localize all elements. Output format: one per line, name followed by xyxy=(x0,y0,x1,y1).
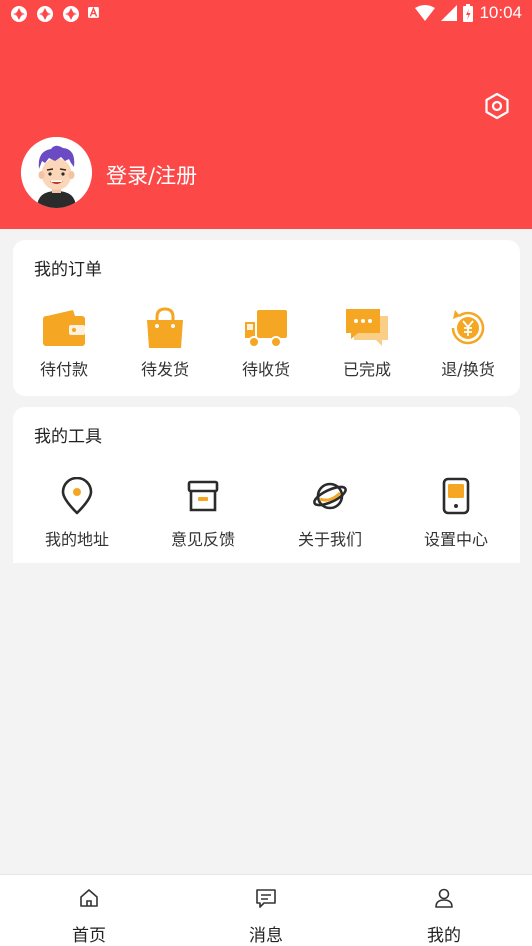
status-time: 10:04 xyxy=(479,3,522,22)
order-label: 待收货 xyxy=(241,360,290,379)
status-bar: 10:04 xyxy=(0,0,532,28)
tools-title: 我的工具 xyxy=(34,427,102,447)
orders-card: 我的订单 待付款 待发货 待收货 已完成 退/换货 xyxy=(13,240,520,396)
tab-messages[interactable]: 消息 xyxy=(226,887,306,946)
phone-device-icon xyxy=(442,477,470,515)
truck-icon xyxy=(245,310,287,348)
avatar-face-icon xyxy=(21,137,92,208)
tab-mine[interactable]: 我的 xyxy=(404,887,484,946)
tab-label: 我的 xyxy=(427,926,461,946)
tool-label: 设置中心 xyxy=(423,530,488,549)
tool-label: 意见反馈 xyxy=(170,530,235,549)
planet-icon xyxy=(313,482,347,510)
user-icon xyxy=(435,888,453,908)
profile-header: 10:04 登录/注册 xyxy=(0,0,532,229)
app-notification-icon xyxy=(37,6,53,22)
status-system: 10:04 xyxy=(415,3,522,23)
shopping-bag-icon xyxy=(147,307,183,348)
tool-about-us[interactable]: 关于我们 xyxy=(280,477,380,550)
order-refund-exchange[interactable]: 退/换货 xyxy=(428,306,508,380)
status-notifications xyxy=(10,5,102,23)
app-notification-icon xyxy=(63,6,79,22)
order-pending-ship[interactable]: 待发货 xyxy=(125,306,205,380)
tool-my-address[interactable]: 我的地址 xyxy=(27,477,127,550)
order-pending-receive[interactable]: 待收货 xyxy=(226,306,306,380)
order-label: 退/换货 xyxy=(441,360,495,379)
archive-box-icon xyxy=(187,480,219,512)
app-notification-icon xyxy=(11,6,27,22)
bottom-tab-bar: 首页 消息 我的 xyxy=(0,874,532,946)
battery-icon xyxy=(463,4,474,22)
order-completed[interactable]: 已完成 xyxy=(327,306,407,380)
tool-label: 我的地址 xyxy=(44,530,109,549)
wifi-icon xyxy=(415,5,436,21)
order-pending-payment[interactable]: 待付款 xyxy=(24,306,104,380)
login-register-link[interactable]: 登录/注册 xyxy=(106,160,197,190)
hexagon-settings-icon[interactable] xyxy=(483,92,511,120)
location-pin-icon xyxy=(61,477,93,515)
tool-settings-center[interactable]: 设置中心 xyxy=(406,477,506,550)
home-icon xyxy=(80,889,98,907)
message-icon xyxy=(256,889,276,908)
wallet-icon xyxy=(43,310,85,346)
tool-feedback[interactable]: 意见反馈 xyxy=(153,477,253,550)
signal-icon xyxy=(441,5,458,21)
tools-card: 我的工具 我的地址 意见反馈 关于我们 设置中心 xyxy=(13,407,520,563)
orders-title: 我的订单 xyxy=(34,260,102,280)
order-label: 已完成 xyxy=(342,360,391,379)
tab-label: 首页 xyxy=(72,926,106,946)
tab-home[interactable]: 首页 xyxy=(49,887,129,946)
font-a-icon xyxy=(88,7,99,18)
avatar[interactable] xyxy=(21,137,92,208)
order-label: 待发货 xyxy=(140,360,189,379)
refund-yuan-icon xyxy=(451,310,485,345)
order-label: 待付款 xyxy=(39,360,88,379)
chat-bubble-icon xyxy=(346,309,388,346)
tab-label: 消息 xyxy=(249,926,283,946)
tool-label: 关于我们 xyxy=(297,530,362,549)
